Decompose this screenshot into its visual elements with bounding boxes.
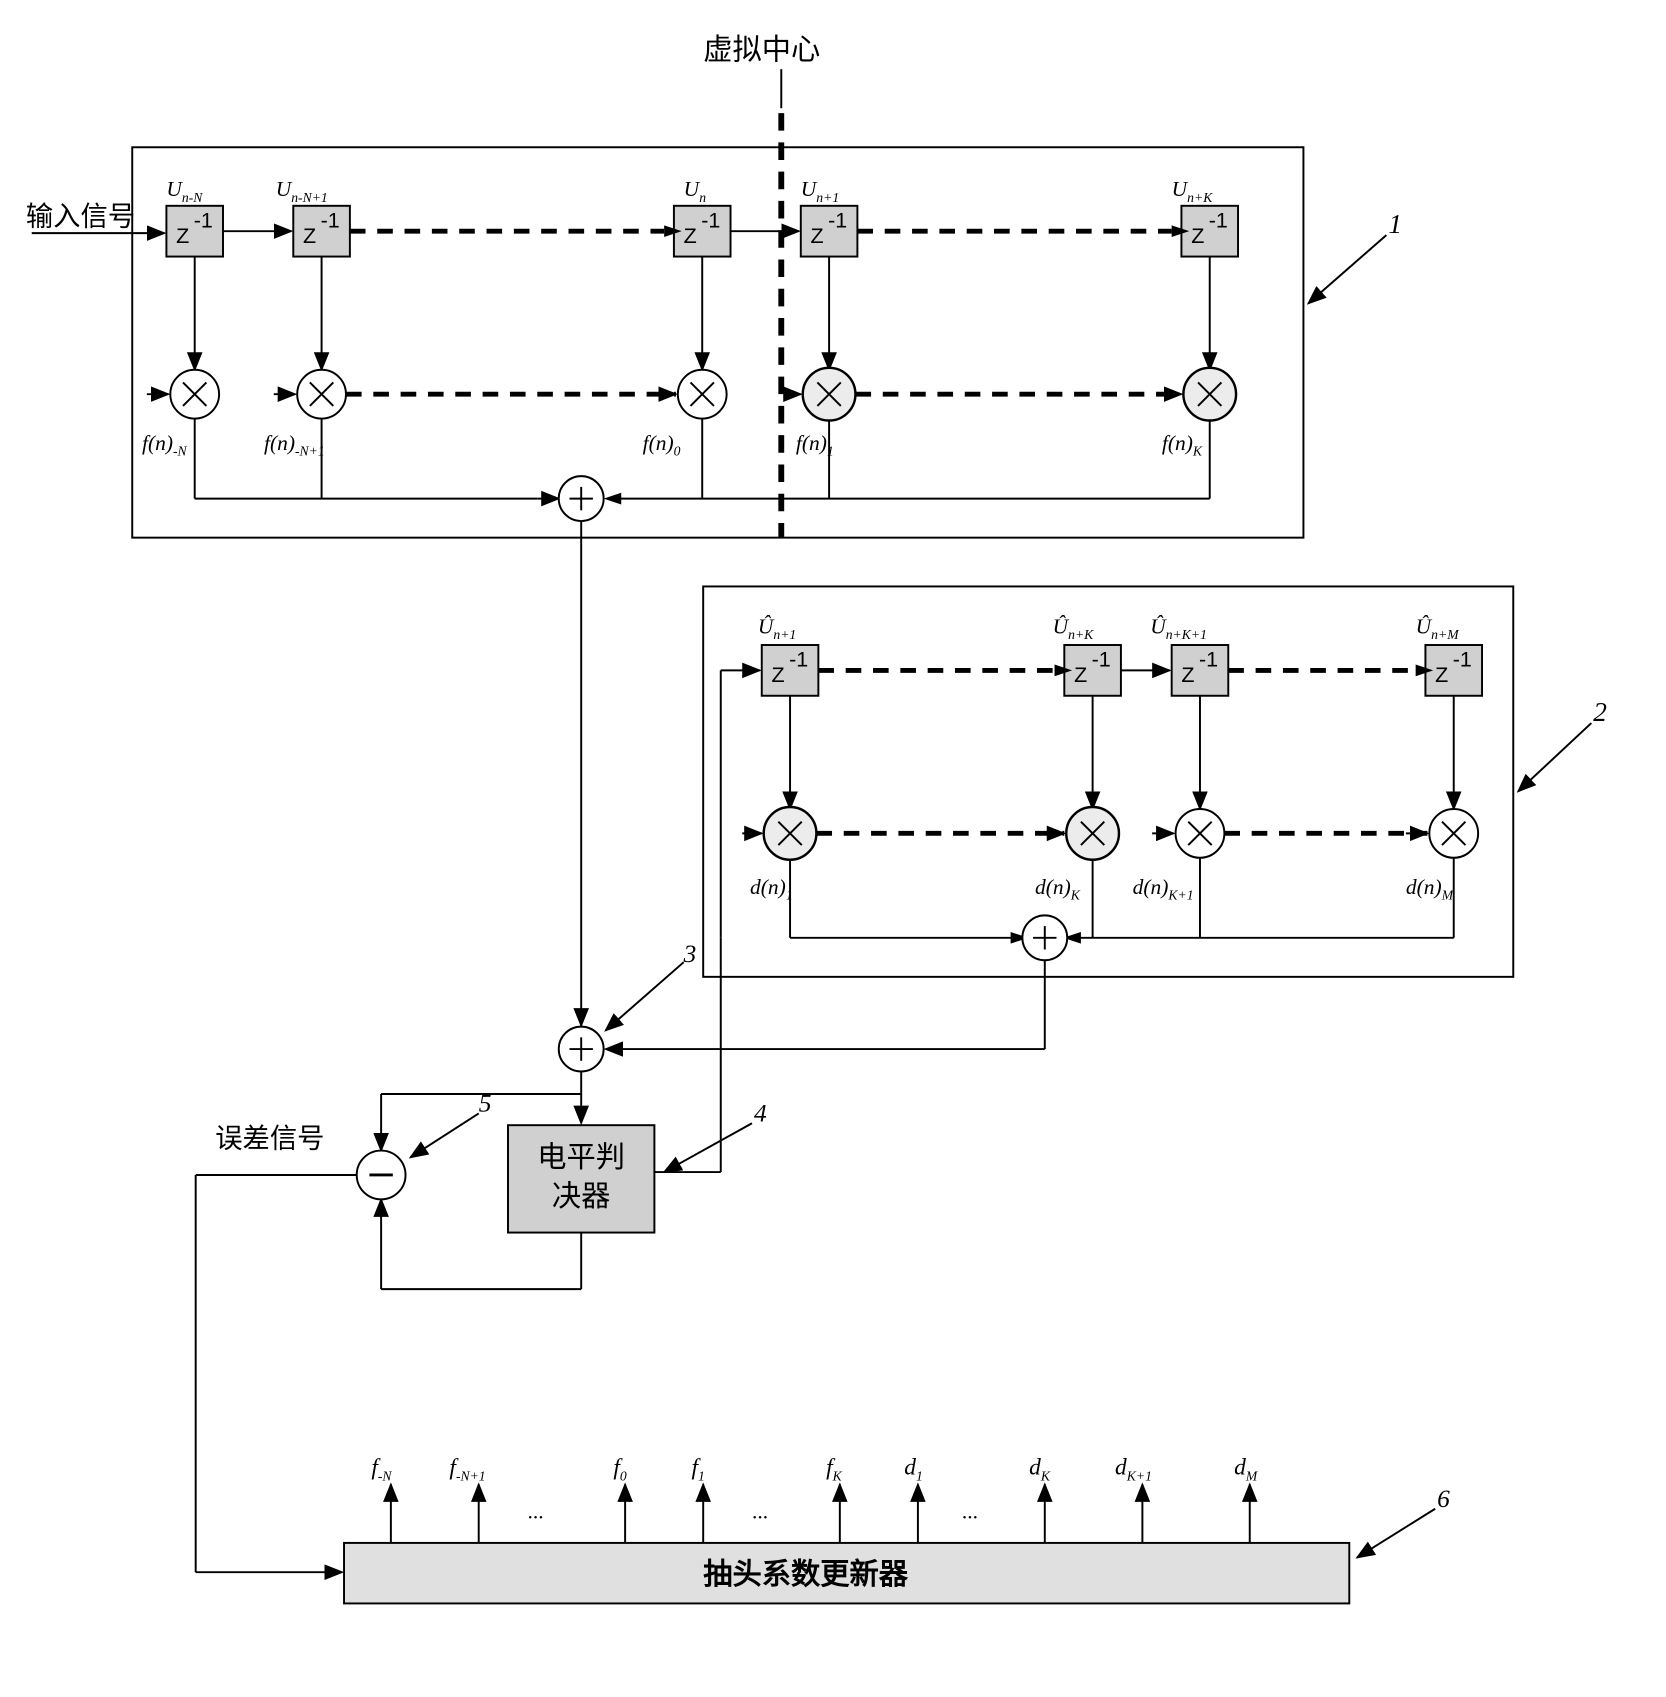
svg-text:f1: f1 <box>691 1455 704 1484</box>
svg-text:决器: 决器 <box>552 1180 611 1213</box>
svg-text:Un+1: Un+1 <box>801 177 839 205</box>
block-ref-2: 2 <box>1593 697 1607 727</box>
svg-text:-1: -1 <box>1199 647 1218 671</box>
block-ref-1: 1 <box>1388 209 1402 239</box>
svg-text:dM: dM <box>1234 1455 1258 1484</box>
svg-text:Un-N: Un-N <box>166 177 203 205</box>
svg-text:d(n)K+1: d(n)K+1 <box>1133 875 1194 903</box>
svg-text:dK: dK <box>1029 1455 1051 1484</box>
virtual-center-label: 虚拟中心 <box>703 33 820 66</box>
svg-text:-1: -1 <box>828 208 847 232</box>
svg-text:f0: f0 <box>613 1455 627 1484</box>
svg-text:-1: -1 <box>194 208 213 232</box>
svg-text:Un: Un <box>684 177 707 205</box>
block-ref-5: 5 <box>479 1090 492 1118</box>
input-signal-label: 输入信号 <box>26 201 135 231</box>
svg-text:f(n)-N: f(n)-N <box>142 431 188 459</box>
svg-text:fK: fK <box>826 1455 843 1484</box>
svg-text:Ûn+M: Ûn+M <box>1416 614 1460 642</box>
svg-text:d(n)1: d(n)1 <box>750 875 793 903</box>
svg-text:Z: Z <box>176 224 189 248</box>
svg-text:f(n)0: f(n)0 <box>643 431 681 459</box>
svg-text:dK+1: dK+1 <box>1115 1455 1152 1484</box>
svg-text:f(n)K: f(n)K <box>1162 431 1203 459</box>
svg-text:Z: Z <box>811 224 824 248</box>
block-ref-3: 3 <box>683 940 697 968</box>
svg-text:Un+K: Un+K <box>1172 177 1214 205</box>
svg-text:Ûn+1: Ûn+1 <box>758 614 796 642</box>
svg-text:...: ... <box>752 1500 768 1524</box>
svg-text:...: ... <box>962 1500 978 1524</box>
svg-text:Z: Z <box>1074 663 1087 687</box>
svg-text:Z: Z <box>1191 224 1204 248</box>
svg-text:f-N+1: f-N+1 <box>449 1455 485 1484</box>
svg-text:-1: -1 <box>1209 208 1228 232</box>
svg-text:-1: -1 <box>321 208 340 232</box>
svg-text:f(n)-N+1: f(n)-N+1 <box>264 431 325 459</box>
svg-text:电平判: 电平判 <box>537 1141 625 1174</box>
svg-text:Un-N+1: Un-N+1 <box>276 177 328 205</box>
svg-text:...: ... <box>528 1500 544 1524</box>
svg-text:d1: d1 <box>904 1455 923 1484</box>
svg-text:Z: Z <box>772 663 785 687</box>
block-ref-4: 4 <box>754 1099 767 1127</box>
svg-text:Z: Z <box>303 224 316 248</box>
svg-text:Z: Z <box>1181 663 1194 687</box>
svg-text:f-N: f-N <box>371 1455 392 1484</box>
svg-text:Ûn+K: Ûn+K <box>1053 614 1095 642</box>
svg-text:Ûn+K+1: Ûn+K+1 <box>1150 614 1207 642</box>
svg-text:d(n)M: d(n)M <box>1406 875 1454 903</box>
tap-updater-label: 抽头系数更新器 <box>703 1558 909 1591</box>
error-signal-label: 误差信号 <box>215 1124 324 1154</box>
svg-text:Z: Z <box>684 224 697 248</box>
tap-outputs: ... ... ... <box>391 1484 1250 1543</box>
svg-text:-1: -1 <box>789 647 808 671</box>
svg-text:Z: Z <box>1435 663 1448 687</box>
block-ref-6: 6 <box>1437 1485 1450 1513</box>
svg-text:f(n)1: f(n)1 <box>796 431 834 459</box>
svg-text:d(n)K: d(n)K <box>1035 875 1081 903</box>
dfe-block-diagram: 虚拟中心 输入信号 Z-1 Z-1 Z-1 Z-1 Z-1 Un-N Un-N+… <box>20 20 1646 1677</box>
svg-text:-1: -1 <box>701 208 720 232</box>
svg-text:-1: -1 <box>1092 647 1111 671</box>
svg-text:-1: -1 <box>1453 647 1472 671</box>
